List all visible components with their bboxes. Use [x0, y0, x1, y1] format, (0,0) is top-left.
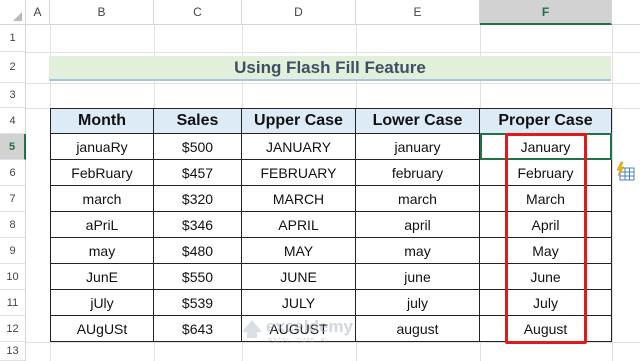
month-cell[interactable]: JunE [50, 264, 154, 290]
lower-case-cell[interactable]: february [356, 160, 480, 186]
row-header-9[interactable]: 9 [0, 238, 26, 264]
upper-case-cell[interactable]: MARCH [242, 186, 356, 212]
row-header-2[interactable]: 2 [0, 52, 26, 83]
month-cell[interactable]: AUgUSt [50, 316, 154, 342]
header-proper-case[interactable]: Proper Case [480, 108, 612, 134]
month-cell[interactable]: januaRy [50, 134, 154, 160]
row-header-6[interactable]: 6 [0, 160, 26, 186]
column-header-a[interactable]: A [26, 0, 50, 25]
lower-case-cell[interactable]: march [356, 186, 480, 212]
watermark-tagline: EXCEL · DATA · BI [268, 338, 327, 345]
sales-cell[interactable]: $346 [154, 212, 242, 238]
row-header-7[interactable]: 7 [0, 186, 26, 212]
sales-cell[interactable]: $539 [154, 290, 242, 316]
flash-fill-options-icon[interactable] [614, 161, 636, 183]
gridline [26, 52, 640, 53]
sales-cell[interactable]: $500 [154, 134, 242, 160]
row-header-1[interactable]: 1 [0, 25, 26, 52]
column-header-f[interactable]: F [480, 0, 612, 25]
row-header-12[interactable]: 12 [0, 316, 26, 342]
row-header-11[interactable]: 11 [0, 290, 26, 316]
row-header-5[interactable]: 5 [0, 134, 26, 160]
upper-case-cell[interactable]: JANUARY [242, 134, 356, 160]
sales-cell[interactable]: $480 [154, 238, 242, 264]
upper-case-cell[interactable]: MAY [242, 238, 356, 264]
highlight-box [505, 133, 587, 344]
header-sales[interactable]: Sales [154, 108, 242, 134]
column-header-b[interactable]: B [50, 0, 154, 25]
row-header-13[interactable]: 13 [0, 342, 26, 361]
row-header-10[interactable]: 10 [0, 264, 26, 290]
row-header-3[interactable]: 3 [0, 83, 26, 108]
month-cell[interactable]: jUly [50, 290, 154, 316]
gridline [26, 83, 640, 84]
column-header-d[interactable]: D [242, 0, 356, 25]
column-header-g[interactable] [612, 0, 640, 25]
row-header-4[interactable]: 4 [0, 108, 26, 134]
month-cell[interactable]: aPriL [50, 212, 154, 238]
upper-case-cell[interactable]: APRIL [242, 212, 356, 238]
upper-case-cell[interactable]: FEBRUARY [242, 160, 356, 186]
month-cell[interactable]: FebRuary [50, 160, 154, 186]
lower-case-cell[interactable]: june [356, 264, 480, 290]
sales-cell[interactable]: $457 [154, 160, 242, 186]
select-all-triangle-icon [13, 12, 22, 21]
header-lower-case[interactable]: Lower Case [356, 108, 480, 134]
row-header-8[interactable]: 8 [0, 212, 26, 238]
exceldemy-watermark: exceldemy EXCEL · DATA · BI [236, 312, 376, 346]
lower-case-cell[interactable]: april [356, 212, 480, 238]
sales-cell[interactable]: $320 [154, 186, 242, 212]
header-upper-case[interactable]: Upper Case [242, 108, 356, 134]
header-month[interactable]: Month [50, 108, 154, 134]
month-cell[interactable]: may [50, 238, 154, 264]
sales-cell[interactable]: $643 [154, 316, 242, 342]
month-cell[interactable]: march [50, 186, 154, 212]
column-header-e[interactable]: E [356, 0, 480, 25]
sales-cell[interactable]: $550 [154, 264, 242, 290]
lower-case-cell[interactable]: january [356, 134, 480, 160]
column-header-c[interactable]: C [154, 0, 242, 25]
upper-case-cell[interactable]: JUNE [242, 264, 356, 290]
sheet-title[interactable]: Using Flash Fill Feature [49, 56, 611, 81]
select-all-corner[interactable] [0, 0, 26, 25]
watermark-brand: exceldemy [266, 317, 353, 336]
lower-case-cell[interactable]: may [356, 238, 480, 264]
gridline [612, 25, 613, 361]
